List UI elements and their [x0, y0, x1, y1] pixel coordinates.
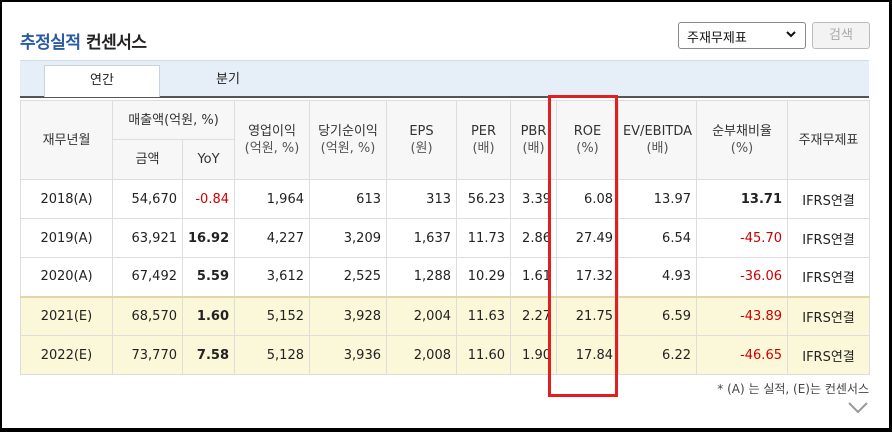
cell-op-income: 3,612 [234, 257, 310, 297]
cell-period: 2019(A) [20, 218, 113, 258]
cell-sales: 73,770 [112, 335, 183, 375]
cell-eps: 313 [386, 179, 457, 219]
header-period: 재무년월 [20, 100, 113, 180]
cell-yoy: 5.59 [182, 257, 235, 297]
cell-op-income: 5,128 [234, 335, 310, 375]
cell-ev-ebitda: 13.97 [618, 179, 697, 219]
panel-title: 추정실적 컨센서스 [20, 28, 147, 53]
cell-sales: 54,670 [112, 179, 183, 219]
cell-sales: 68,570 [112, 295, 183, 336]
header-operating-income: 영업이익 (억원, %) [234, 100, 310, 180]
cell-per: 11.60 [456, 335, 511, 375]
period-tabs: 연간 분기 [20, 60, 869, 98]
cell-statement-type: IFRS연결 [787, 257, 870, 297]
cell-yoy: 16.92 [182, 218, 235, 258]
expand-chevron-icon[interactable] [847, 400, 869, 416]
table-row: 2021(E) 68,570 1.60 5,152 3,928 2,004 11… [20, 295, 870, 336]
cell-per: 11.63 [456, 295, 511, 336]
cell-op-income: 4,227 [234, 218, 310, 258]
cell-statement-type: IFRS연결 [787, 179, 870, 219]
cell-net-income: 2,525 [309, 257, 387, 297]
cell-eps: 1,637 [386, 218, 457, 258]
header-net-income: 당기순이익 (억원, %) [309, 100, 387, 180]
table-row: 2020(A) 67,492 5.59 3,612 2,525 1,288 10… [20, 257, 870, 297]
cell-net-income: 3,936 [309, 335, 387, 375]
header-net-debt-ratio: 순부채비율 (%) [696, 100, 788, 180]
chevron-down-icon [786, 31, 796, 38]
roe-highlight-box [548, 95, 618, 397]
table-row: 2019(A) 63,921 16.92 4,227 3,209 1,637 1… [20, 218, 870, 258]
search-button[interactable]: 검색 [812, 22, 870, 49]
cell-period: 2021(E) [20, 295, 113, 336]
cell-net-income: 3,209 [309, 218, 387, 258]
cell-statement-type: IFRS연결 [787, 295, 870, 336]
cell-net-debt: -43.89 [696, 295, 788, 336]
select-value: 주재무제표 [687, 31, 747, 46]
cell-period: 2018(A) [20, 179, 113, 219]
cell-period: 2022(E) [20, 335, 113, 375]
table-row: 2018(A) 54,670 -0.84 1,964 613 313 56.23… [20, 179, 870, 219]
cell-net-debt: 13.71 [696, 179, 788, 219]
cell-op-income: 5,152 [234, 295, 310, 336]
title-estimated-results: 추정실적 [20, 33, 81, 53]
header-sales-yoy: YoY [182, 139, 235, 180]
cell-eps: 1,288 [386, 257, 457, 297]
cell-yoy: -0.84 [182, 179, 235, 219]
header-ev-ebitda: EV/EBITDA (배) [618, 100, 697, 180]
cell-ev-ebitda: 6.54 [618, 218, 697, 258]
cell-ev-ebitda: 4.93 [618, 257, 697, 297]
cell-per: 11.73 [456, 218, 511, 258]
header-eps: EPS (원) [386, 100, 457, 180]
header-sales-group: 매출액(억원, %) [112, 100, 235, 140]
cell-eps: 2,004 [386, 295, 457, 336]
cell-yoy: 1.60 [182, 295, 235, 336]
title-consensus: 컨센서스 [85, 33, 147, 53]
cell-net-debt: -45.70 [696, 218, 788, 258]
cell-net-income: 613 [309, 179, 387, 219]
cell-statement-type: IFRS연결 [787, 218, 870, 258]
cell-yoy: 7.58 [182, 335, 235, 375]
cell-sales: 63,921 [112, 218, 183, 258]
statement-type-select[interactable]: 주재무제표 [678, 22, 806, 49]
tab-annual[interactable]: 연간 [44, 65, 160, 97]
header-per: PER (배) [456, 100, 511, 180]
header-statement-type: 주재무제표 [787, 100, 870, 180]
cell-eps: 2,008 [386, 335, 457, 375]
consensus-panel: 추정실적 컨센서스 주재무제표 검색 연간 분기 재무년월 매출액(억원, %)… [2, 2, 889, 428]
tab-quarterly[interactable]: 분기 [165, 65, 291, 97]
cell-sales: 67,492 [112, 257, 183, 297]
consensus-table: 재무년월 매출액(억원, %) 영업이익 (억원, %) 당기순이익 (억원, %)… [20, 100, 870, 375]
cell-per: 10.29 [456, 257, 511, 297]
cell-per: 56.23 [456, 179, 511, 219]
cell-net-debt: -36.06 [696, 257, 788, 297]
cell-ev-ebitda: 6.59 [618, 295, 697, 336]
cell-net-debt: -46.65 [696, 335, 788, 375]
header-sales-amount: 금액 [112, 139, 183, 180]
table-row: 2022(E) 73,770 7.58 5,128 3,936 2,008 11… [20, 335, 870, 375]
cell-period: 2020(A) [20, 257, 113, 297]
cell-op-income: 1,964 [234, 179, 310, 219]
footnote: * (A) 는 실적, (E)는 컨센서스 [717, 382, 869, 396]
cell-statement-type: IFRS연결 [787, 335, 870, 375]
cell-ev-ebitda: 6.22 [618, 335, 697, 375]
cell-net-income: 3,928 [309, 295, 387, 336]
